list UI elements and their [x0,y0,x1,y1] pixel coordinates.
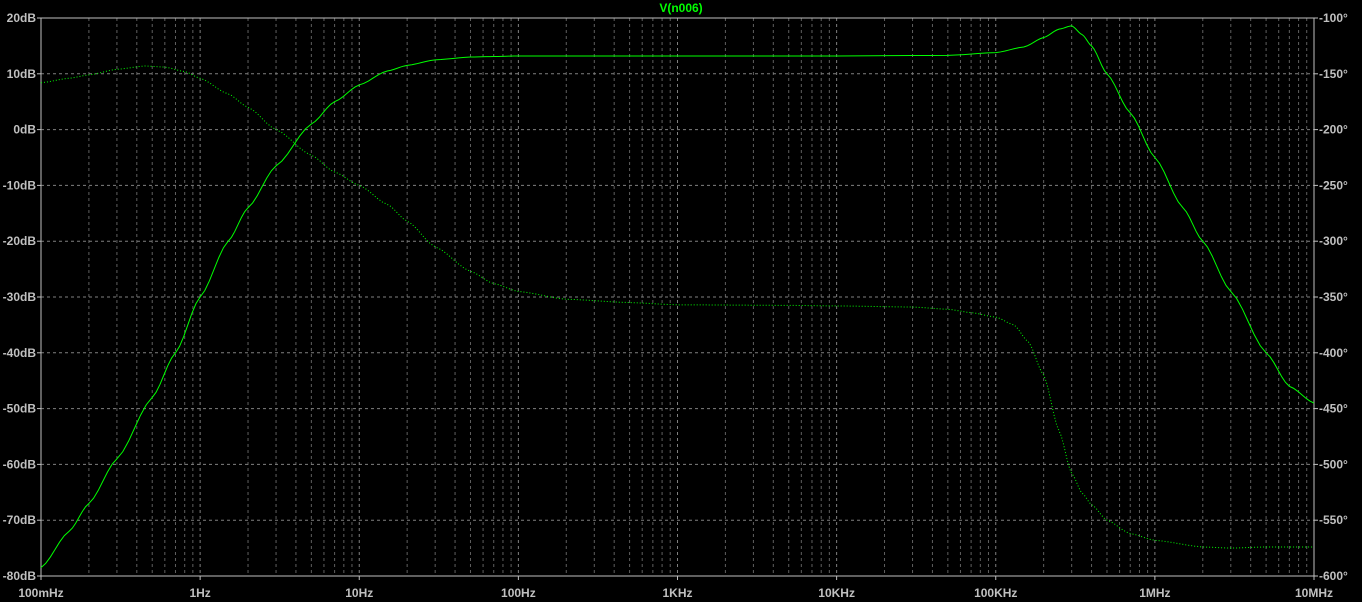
x-tick-label: 10KHz [818,586,855,600]
y-left-tick-label: -60dB [3,457,37,471]
x-tick-label: 1MHz [1139,586,1170,600]
y-right-tick-label: -550° [1319,513,1348,527]
y-right-tick-label: -200° [1319,123,1348,137]
y-right-tick-label: -350° [1319,290,1348,304]
y-left-tick-label: -50dB [3,402,37,416]
y-left-tick-label: -30dB [3,290,37,304]
x-tick-label: 100KHz [974,586,1017,600]
x-tick-label: 10MHz [1295,586,1333,600]
y-right-tick-label: -100° [1319,11,1348,25]
y-left-tick-label: -20dB [3,234,37,248]
x-tick-label: 100mHz [18,586,63,600]
x-tick-label: 1Hz [189,586,210,600]
y-left-tick-label: 10dB [7,67,37,81]
y-left-tick-label: 0dB [13,123,36,137]
y-left-tick-label: -80dB [3,569,37,583]
y-right-tick-label: -150° [1319,67,1348,81]
bode-plot: V(n006) 20dB 10dB 0dB -10dB -20dB -30dB -40dB -… [0,0,1362,602]
y-left-tick-label: -70dB [3,513,37,527]
y-right-tick-label: -600° [1319,569,1348,583]
y-left-tick-label: -40dB [3,346,37,360]
y-left-tick-label: 20dB [7,11,37,25]
y-right-tick-label: -500° [1319,457,1348,471]
y-left-tick-label: -10dB [3,178,37,192]
x-tick-label: 10Hz [345,586,373,600]
plot-svg: 20dB 10dB 0dB -10dB -20dB -30dB -40dB -50dB -60d… [3,11,1348,600]
x-tick-label: 100Hz [501,586,536,600]
y-right-tick-label: -400° [1319,346,1348,360]
y-right-tick-label: -450° [1319,402,1348,416]
y-right-tick-label: -300° [1319,234,1348,248]
x-tick-label: 1KHz [662,586,692,600]
y-right-tick-label: -250° [1319,178,1348,192]
